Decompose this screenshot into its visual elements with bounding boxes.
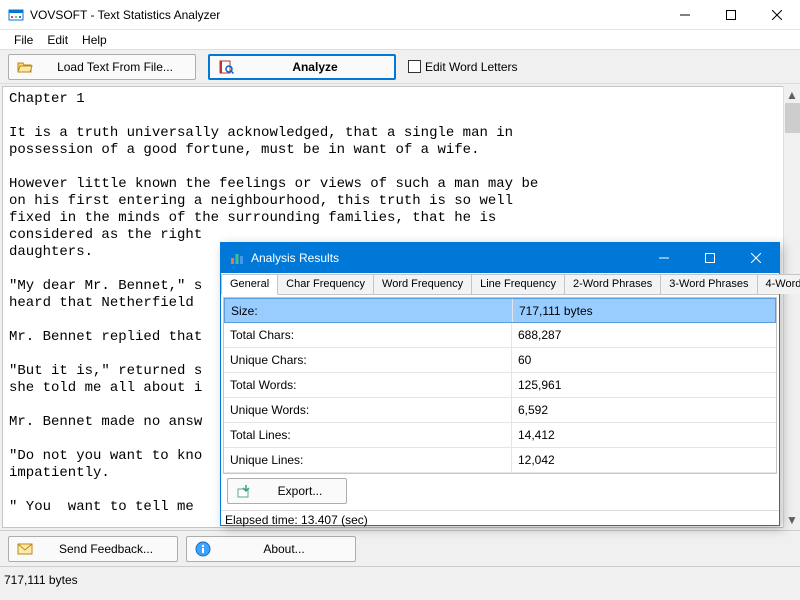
tab-2word-phrases[interactable]: 2-Word Phrases [564,274,661,294]
about-label: About... [221,542,347,556]
load-text-label: Load Text From File... [43,60,187,74]
load-text-button[interactable]: Load Text From File... [8,54,196,80]
folder-open-icon [17,59,33,75]
results-title: Analysis Results [251,251,339,265]
label-unique-words: Unique Words: [224,398,512,422]
menu-file[interactable]: File [8,31,39,49]
value-total-lines: 14,412 [512,428,776,442]
analysis-results-window: Analysis Results General Char Frequency … [220,242,780,526]
value-size: 717,111 bytes [513,304,775,318]
row-unique-words[interactable]: Unique Words: 6,592 [224,398,776,423]
export-label: Export... [262,484,338,498]
maximize-button[interactable] [708,0,754,30]
edit-word-letters-checkbox[interactable]: Edit Word Letters [408,60,517,74]
edit-word-letters-label: Edit Word Letters [425,60,517,74]
value-unique-chars: 60 [512,353,776,367]
chart-icon [229,250,245,266]
book-search-icon [218,59,234,75]
bottom-bar: Send Feedback... About... [0,530,800,566]
elapsed-time: Elapsed time: 13.407 (sec) [221,510,779,529]
export-button[interactable]: Export... [227,478,347,504]
value-unique-lines: 12,042 [512,453,776,467]
row-total-words[interactable]: Total Words: 125,961 [224,373,776,398]
label-size: Size: [225,299,513,322]
tab-word-frequency[interactable]: Word Frequency [373,274,472,294]
main-titlebar: VOVSOFT - Text Statistics Analyzer [0,0,800,30]
results-tabs: General Char Frequency Word Frequency Li… [221,273,779,295]
tab-char-frequency[interactable]: Char Frequency [277,274,374,294]
info-icon [195,541,211,557]
send-feedback-button[interactable]: Send Feedback... [8,536,178,562]
row-total-lines[interactable]: Total Lines: 14,412 [224,423,776,448]
results-table: Size: 717,111 bytes Total Chars: 688,287… [223,297,777,474]
tab-line-frequency[interactable]: Line Frequency [471,274,565,294]
analyze-button[interactable]: Analyze [208,54,396,80]
tab-general[interactable]: General [221,274,278,295]
label-total-words: Total Words: [224,373,512,397]
results-titlebar[interactable]: Analysis Results [221,243,779,273]
label-total-chars: Total Chars: [224,323,512,347]
results-close-button[interactable] [733,243,779,273]
status-bar: 717,111 bytes [0,566,800,600]
menu-edit[interactable]: Edit [41,31,74,49]
row-total-chars[interactable]: Total Chars: 688,287 [224,323,776,348]
mail-icon [17,541,33,557]
close-button[interactable] [754,0,800,30]
value-unique-words: 6,592 [512,403,776,417]
toolbar: Load Text From File... Analyze Edit Word… [0,50,800,84]
minimize-button[interactable] [662,0,708,30]
about-button[interactable]: About... [186,536,356,562]
scroll-down-icon[interactable]: ▼ [784,511,800,528]
tab-3word-phrases[interactable]: 3-Word Phrases [660,274,757,294]
value-total-words: 125,961 [512,378,776,392]
vertical-scrollbar[interactable]: ▲ ▼ [783,86,800,528]
analyze-label: Analyze [244,60,386,74]
row-unique-chars[interactable]: Unique Chars: 60 [224,348,776,373]
checkbox-icon [408,60,421,73]
row-size[interactable]: Size: 717,111 bytes [224,298,776,323]
row-unique-lines[interactable]: Unique Lines: 12,042 [224,448,776,473]
label-unique-lines: Unique Lines: [224,448,512,472]
value-total-chars: 688,287 [512,328,776,342]
export-icon [236,483,252,499]
label-total-lines: Total Lines: [224,423,512,447]
tab-4word-phrases[interactable]: 4-Word Phrases [757,274,800,294]
send-feedback-label: Send Feedback... [43,542,169,556]
menubar: File Edit Help [0,30,800,50]
scroll-up-icon[interactable]: ▲ [784,86,800,103]
menu-help[interactable]: Help [76,31,113,49]
scroll-thumb[interactable] [785,103,800,133]
status-size: 717,111 bytes [4,573,78,587]
results-minimize-button[interactable] [641,243,687,273]
results-maximize-button[interactable] [687,243,733,273]
label-unique-chars: Unique Chars: [224,348,512,372]
window-title: VOVSOFT - Text Statistics Analyzer [30,8,220,22]
app-icon [8,7,24,23]
